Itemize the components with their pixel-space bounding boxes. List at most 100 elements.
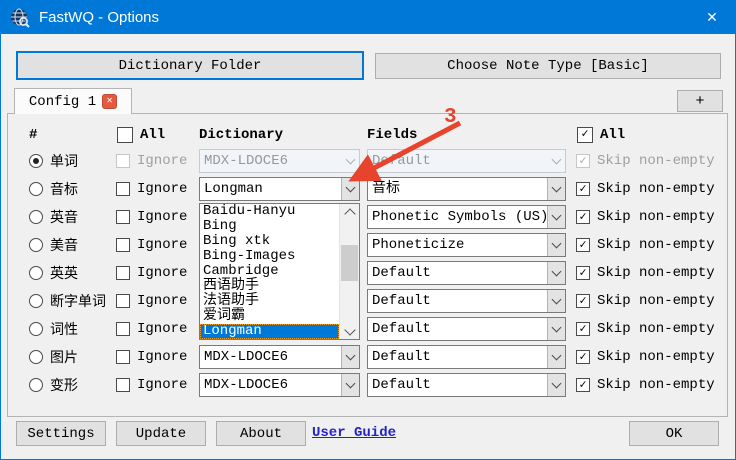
ignore-checkbox[interactable] [116,294,130,308]
skip-checkbox[interactable]: ✓ [576,182,590,196]
skip-checkbox[interactable]: ✓ [576,350,590,364]
dropdown-arrow-icon[interactable] [547,290,565,312]
tab-config-1[interactable]: Config 1 ✕ [14,88,132,114]
chevron-down-icon [551,155,561,165]
row-radio[interactable] [29,210,43,224]
skip-checkbox[interactable]: ✓ [576,378,590,392]
scroll-up-icon[interactable] [340,204,359,220]
dropdown-arrow-icon[interactable] [341,374,359,396]
ignore-label: Ignore [137,349,187,365]
skip-cell: ✓Skip non-empty [576,231,715,259]
dropdown-arrow-icon[interactable] [547,346,565,368]
about-button[interactable]: About [216,421,306,446]
table-row: 单词IgnoreMDX-LDOCE6Default✓Skip non-empty [1,147,735,175]
row-label-cell: 词性 [29,315,78,343]
fields-select[interactable]: Default [367,345,566,369]
ignore-label: Ignore [137,209,187,225]
dropdown-items: Baidu-HanyuBingBing xtkBing-ImagesCambri… [200,204,339,339]
row-label: 断字单词 [50,291,106,311]
dropdown-item[interactable]: Longman [200,324,339,339]
ignore-checkbox[interactable] [116,266,130,280]
fields-select[interactable]: 音标 [367,177,566,201]
all-ignore-checkbox[interactable] [117,127,133,143]
chevron-down-icon [552,267,562,277]
row-label: 图片 [50,347,78,367]
skip-checkbox[interactable]: ✓ [576,238,590,252]
fields-select[interactable]: Default [367,373,566,397]
dropdown-arrow-icon[interactable] [547,234,565,256]
skip-label: Skip non-empty [597,265,715,281]
dropdown-item[interactable]: Baidu-Hanyu [200,204,339,219]
dropdown-arrow-icon[interactable] [547,374,565,396]
ignore-cell: Ignore [116,147,187,175]
dictionary-dropdown-list[interactable]: Baidu-HanyuBingBing xtkBing-ImagesCambri… [199,203,360,340]
fields-select[interactable]: Default [367,289,566,313]
settings-button[interactable]: Settings [16,421,106,446]
dropdown-item[interactable]: Bing-Images [200,249,339,264]
ignore-checkbox[interactable] [116,322,130,336]
row-label-cell: 英英 [29,259,78,287]
skip-checkbox[interactable]: ✓ [576,210,590,224]
all-skip-checkbox[interactable]: ✓ [577,127,593,143]
row-label: 英音 [50,207,78,227]
dictionary-folder-button[interactable]: Dictionary Folder [16,51,364,80]
chevron-down-icon [552,323,562,333]
row-radio[interactable] [29,378,43,392]
row-label-cell: 音标 [29,175,78,203]
fields-select[interactable]: Default [367,261,566,285]
dropdown-arrow-icon[interactable] [547,262,565,284]
skip-cell: ✓Skip non-empty [576,315,715,343]
ignore-cell: Ignore [116,371,187,399]
row-radio[interactable] [29,266,43,280]
close-icon[interactable]: ✕ [689,1,735,34]
update-button[interactable]: Update [116,421,206,446]
ignore-cell: Ignore [116,287,187,315]
fields-select[interactable]: Phonetic Symbols (US) [367,205,566,229]
dropdown-item[interactable]: 法语助手 [200,294,339,309]
dropdown-item[interactable]: Cambridge [200,264,339,279]
dropdown-arrow-icon[interactable] [547,206,565,228]
dropdown-item[interactable]: Bing [200,219,339,234]
row-label-cell: 断字单词 [29,287,106,315]
skip-checkbox[interactable]: ✓ [576,294,590,308]
skip-checkbox[interactable]: ✓ [576,322,590,336]
ignore-checkbox[interactable] [116,350,130,364]
row-radio[interactable] [29,238,43,252]
row-radio[interactable] [29,294,43,308]
scroll-down-icon[interactable] [340,323,359,339]
tab-close-icon[interactable]: ✕ [102,94,117,109]
scrollbar-thumb[interactable] [341,245,358,281]
row-label: 音标 [50,179,78,199]
dropdown-item[interactable]: Bing xtk [200,234,339,249]
row-radio[interactable] [29,154,43,168]
user-guide-link[interactable]: User Guide [312,425,396,441]
dictionary-select: MDX-LDOCE6 [199,149,360,173]
fields-select[interactable]: Phoneticize [367,233,566,257]
dropdown-item[interactable]: 爱词霸 [200,309,339,324]
dropdown-arrow-icon[interactable] [547,178,565,200]
row-radio[interactable] [29,322,43,336]
dropdown-arrow-icon[interactable] [341,178,359,200]
ignore-checkbox[interactable] [116,210,130,224]
table-row: 英音IgnorePhonetic Symbols (US)✓Skip non-e… [1,203,735,231]
skip-checkbox[interactable]: ✓ [576,266,590,280]
dropdown-arrow-icon[interactable] [341,346,359,368]
row-radio[interactable] [29,182,43,196]
ignore-checkbox[interactable] [116,378,130,392]
dropdown-arrow-icon[interactable] [547,318,565,340]
row-label: 英英 [50,263,78,283]
dictionary-select[interactable]: MDX-LDOCE6 [199,373,360,397]
fields-select-value: Default [368,318,547,340]
ok-button[interactable]: OK [629,421,719,446]
ignore-checkbox[interactable] [116,182,130,196]
fields-select[interactable]: Default [367,317,566,341]
dropdown-scrollbar[interactable] [339,204,359,339]
choose-note-type-button[interactable]: Choose Note Type [Basic] [375,53,721,79]
dictionary-select[interactable]: Longman [199,177,360,201]
dropdown-item[interactable]: 西语助手 [200,279,339,294]
row-radio[interactable] [29,350,43,364]
add-config-button[interactable]: + [677,90,723,112]
ignore-checkbox[interactable] [116,238,130,252]
dictionary-select[interactable]: MDX-LDOCE6 [199,345,360,369]
dictionary-select-value: MDX-LDOCE6 [200,150,341,172]
